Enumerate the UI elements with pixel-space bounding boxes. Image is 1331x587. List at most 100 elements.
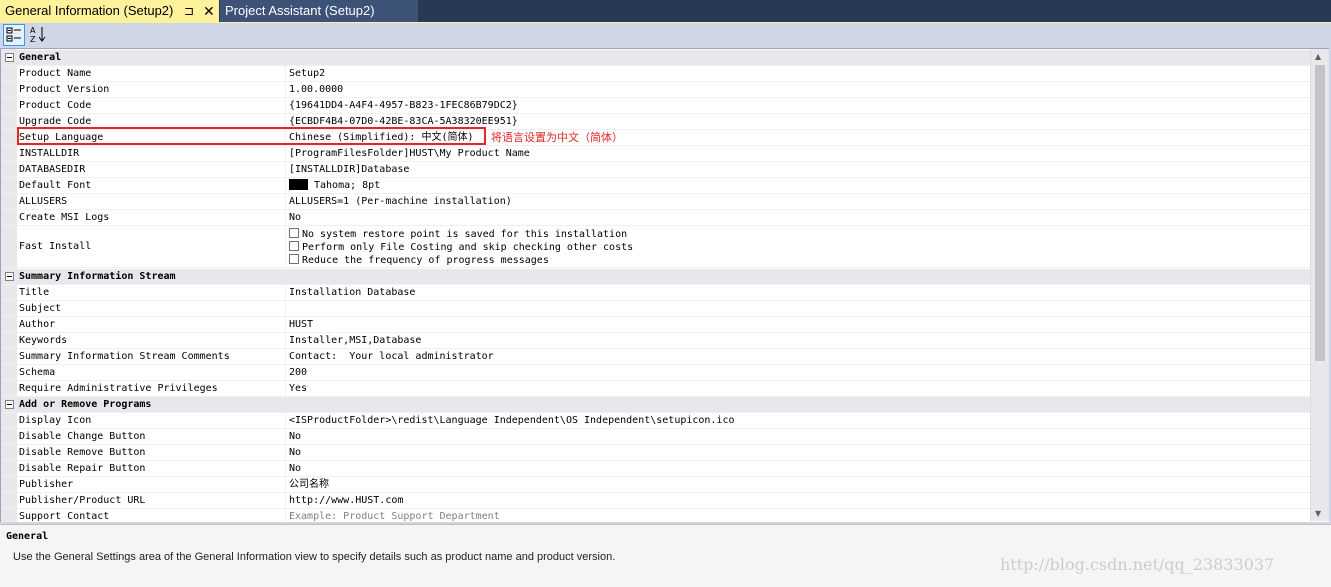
property-value[interactable]: Yes bbox=[289, 381, 307, 396]
property-row-product-version[interactable]: Product Version 1.00.0000 bbox=[1, 82, 1311, 98]
property-row-allusers[interactable]: ALLUSERS ALLUSERS=1 (Per-machine installa… bbox=[1, 194, 1311, 210]
property-value[interactable]: No bbox=[289, 210, 301, 225]
property-name: Support Contact bbox=[19, 511, 110, 522]
property-value[interactable]: No bbox=[289, 461, 301, 476]
property-value[interactable]: [INSTALLDIR]Database bbox=[289, 162, 409, 177]
property-row-disable-change[interactable]: Disable Change Button No bbox=[1, 429, 1311, 445]
property-name: Publisher bbox=[19, 479, 74, 490]
property-row-default-font[interactable]: Default Font Tahoma; 8pt bbox=[1, 178, 1311, 194]
property-row-schema[interactable]: Schema 200 bbox=[1, 365, 1311, 381]
checkbox[interactable] bbox=[289, 241, 299, 251]
property-row-author[interactable]: Author HUST bbox=[1, 317, 1311, 333]
property-row-product-name[interactable]: Product Name Setup2 bbox=[1, 66, 1311, 82]
property-toolbar: A Z bbox=[0, 23, 1331, 48]
tab-project-assistant-label: Project Assistant (Setup2) bbox=[225, 3, 375, 18]
property-value[interactable]: Setup2 bbox=[289, 66, 325, 81]
tab-general-information-label: General Information (Setup2) bbox=[5, 3, 174, 18]
property-row-require-admin[interactable]: Require Administrative Privileges Yes bbox=[1, 381, 1311, 397]
property-name: Create MSI Logs bbox=[19, 212, 110, 223]
scroll-thumb[interactable] bbox=[1315, 65, 1325, 361]
property-value[interactable]: ALLUSERS=1 (Per-machine installation) bbox=[289, 194, 512, 209]
property-name: Schema bbox=[19, 367, 56, 378]
property-name: Disable Remove Button bbox=[19, 447, 146, 458]
scroll-up-icon[interactable]: ▲ bbox=[1315, 52, 1321, 61]
category-label: General bbox=[19, 52, 62, 63]
property-value[interactable]: Tahoma; 8pt bbox=[289, 178, 380, 193]
property-row-comments[interactable]: Summary Information Stream Comments Conta… bbox=[1, 349, 1311, 365]
property-value[interactable]: 200 bbox=[289, 365, 307, 380]
fast-install-option[interactable]: Perform only File Costing and skip check… bbox=[289, 240, 634, 253]
property-grid: General Product Name Setup2 Product Versi… bbox=[0, 48, 1329, 522]
watermark: http://blog.csdn.net/qq_23833037 bbox=[1000, 555, 1275, 574]
property-value[interactable]: No bbox=[289, 445, 301, 460]
option-label: Reduce the frequency of progress message… bbox=[302, 255, 549, 266]
pin-icon[interactable]: ⊐ bbox=[184, 0, 194, 22]
property-name: Title bbox=[19, 287, 50, 298]
property-value[interactable]: No bbox=[289, 429, 301, 444]
property-value[interactable]: {19641DD4-A4F4-4957-B823-1FEC86B79DC2} bbox=[289, 98, 518, 113]
document-tab-bar: General Information (Setup2) ⊐ ✕ Project… bbox=[0, 0, 1331, 22]
scroll-down-icon[interactable]: ▼ bbox=[1315, 509, 1321, 518]
property-row-title[interactable]: Title Installation Database bbox=[1, 285, 1311, 301]
property-name: Summary Information Stream Comments bbox=[19, 351, 230, 362]
checkbox[interactable] bbox=[289, 228, 299, 238]
property-name: Disable Change Button bbox=[19, 431, 146, 442]
font-value-text: Tahoma; 8pt bbox=[314, 180, 381, 191]
property-value[interactable]: HUST bbox=[289, 317, 313, 332]
property-row-display-icon[interactable]: Display Icon <ISProductFolder>\redist\Lan… bbox=[1, 413, 1311, 429]
option-label: Perform only File Costing and skip check… bbox=[302, 242, 634, 253]
property-name: Subject bbox=[19, 303, 62, 314]
property-value[interactable]: http://www.HUST.com bbox=[289, 493, 403, 508]
property-value[interactable]: [ProgramFilesFolder]HUST\My Product Name bbox=[289, 146, 530, 161]
property-row-fast-install[interactable]: Fast Install No system restore point is … bbox=[1, 226, 1311, 268]
property-row-disable-repair[interactable]: Disable Repair Button No bbox=[1, 461, 1311, 477]
property-value[interactable]: <ISProductFolder>\redist\Language Indepe… bbox=[289, 413, 735, 428]
property-row-product-code[interactable]: Product Code {19641DD4-A4F4-4957-B823-1FE… bbox=[1, 98, 1311, 114]
property-name: Require Administrative Privileges bbox=[19, 383, 218, 394]
description-title: General bbox=[6, 531, 49, 542]
category-summary-information-stream[interactable]: Summary Information Stream bbox=[1, 269, 1311, 285]
property-row-subject[interactable]: Subject bbox=[1, 301, 1311, 317]
property-name: Keywords bbox=[19, 335, 68, 346]
close-icon[interactable]: ✕ bbox=[203, 0, 215, 22]
collapse-icon[interactable] bbox=[5, 400, 14, 409]
property-value[interactable]: Installer,MSI,Database bbox=[289, 333, 421, 348]
checkbox[interactable] bbox=[289, 254, 299, 264]
property-name: Author bbox=[19, 319, 56, 330]
category-general[interactable]: General bbox=[1, 50, 1311, 66]
alphabetical-icon[interactable]: A Z bbox=[27, 24, 49, 46]
property-name: Publisher/Product URL bbox=[19, 495, 146, 506]
property-row-databasedir[interactable]: DATABASEDIR [INSTALLDIR]Database bbox=[1, 162, 1311, 178]
property-row-publisher-url[interactable]: Publisher/Product URL http://www.HUST.com bbox=[1, 493, 1311, 509]
property-value[interactable]: Contact: Your local administrator bbox=[289, 349, 494, 364]
tab-general-information[interactable]: General Information (Setup2) ⊐ ✕ bbox=[0, 0, 219, 22]
property-name: Display Icon bbox=[19, 415, 92, 426]
annotation-text: 将语言设置为中文（简体） bbox=[491, 131, 623, 144]
property-name: Disable Repair Button bbox=[19, 463, 146, 474]
category-add-or-remove-programs[interactable]: Add or Remove Programs bbox=[1, 397, 1311, 413]
collapse-icon[interactable] bbox=[5, 272, 14, 281]
property-value[interactable]: Example: Product Support Department bbox=[289, 509, 500, 522]
highlight-box bbox=[17, 127, 486, 145]
property-value[interactable]: Installation Database bbox=[289, 285, 415, 300]
collapse-icon[interactable] bbox=[5, 53, 14, 62]
option-label: No system restore point is saved for thi… bbox=[302, 229, 628, 240]
property-row-disable-remove[interactable]: Disable Remove Button No bbox=[1, 445, 1311, 461]
vertical-scrollbar[interactable]: ▲ ▼ bbox=[1310, 49, 1329, 521]
property-name: Default Font bbox=[19, 180, 92, 191]
property-row-support-contact[interactable]: Support Contact Example: Product Support … bbox=[1, 509, 1311, 522]
tab-project-assistant[interactable]: Project Assistant (Setup2) bbox=[220, 0, 418, 22]
fast-install-option[interactable]: Reduce the frequency of progress message… bbox=[289, 253, 549, 266]
property-row-publisher[interactable]: Publisher 公司名称 bbox=[1, 477, 1311, 493]
categorized-icon[interactable] bbox=[3, 24, 25, 46]
fast-install-option[interactable]: No system restore point is saved for thi… bbox=[289, 227, 628, 240]
property-name: Product Code bbox=[19, 100, 92, 111]
property-value[interactable]: 1.00.0000 bbox=[289, 82, 343, 97]
property-row-installdir[interactable]: INSTALLDIR [ProgramFilesFolder]HUST\My Pr… bbox=[1, 146, 1311, 162]
property-row-keywords[interactable]: Keywords Installer,MSI,Database bbox=[1, 333, 1311, 349]
property-row-create-msi-logs[interactable]: Create MSI Logs No bbox=[1, 210, 1311, 226]
svg-text:A: A bbox=[30, 26, 36, 35]
property-value[interactable]: 公司名称 bbox=[289, 477, 329, 492]
category-label: Summary Information Stream bbox=[19, 271, 176, 282]
description-text: Use the General Settings area of the Gen… bbox=[13, 551, 616, 563]
